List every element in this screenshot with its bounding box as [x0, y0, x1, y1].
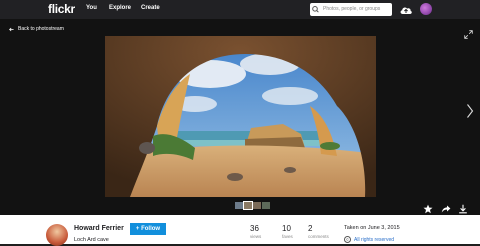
search-icon[interactable]	[310, 3, 320, 16]
download-icon[interactable]	[458, 201, 468, 214]
back-to-photostream-link[interactable]: Back to photostream	[9, 26, 64, 32]
flickr-logo[interactable]: flickr	[48, 2, 75, 16]
comments-label: comments	[308, 234, 329, 239]
cave-beach-photo	[105, 36, 376, 197]
photo-thumbnail-strip	[235, 201, 270, 210]
owner-name[interactable]: Howard Ferrier	[74, 225, 124, 232]
thumbnail[interactable]	[262, 202, 270, 209]
thumbnail[interactable]	[253, 202, 261, 209]
license-link[interactable]: © All rights reserved	[344, 236, 394, 243]
search-input[interactable]: Photos, people, or groups	[310, 3, 392, 16]
chevron-right-icon[interactable]	[466, 103, 474, 119]
photo-title: Loch Ard cave	[74, 237, 109, 243]
follow-button[interactable]: + Follow	[130, 223, 166, 235]
main-photo[interactable]	[105, 36, 376, 197]
account-avatar[interactable]	[420, 3, 432, 15]
search-placeholder: Photos, people, or groups	[323, 6, 381, 12]
faves-stat: 10 faves	[282, 224, 293, 239]
rights-label: All rights reserved	[354, 236, 395, 243]
faves-count: 10	[282, 224, 291, 233]
nav-link-you[interactable]: You	[86, 5, 97, 11]
nav-link-create[interactable]: Create	[141, 5, 160, 11]
thumbnail-active[interactable]	[243, 201, 253, 210]
photo-info-panel	[0, 215, 480, 244]
share-icon[interactable]	[441, 201, 451, 213]
owner-avatar[interactable]	[46, 224, 68, 246]
comments-stat: 2 comments	[308, 224, 329, 239]
copyright-icon: ©	[344, 236, 351, 243]
back-label: Back to photostream	[18, 26, 64, 32]
taken-date[interactable]: Taken on June 3, 2015	[344, 225, 400, 231]
cloud-upload-icon[interactable]	[399, 3, 413, 15]
faves-label: faves	[282, 234, 293, 239]
views-label: views	[250, 234, 262, 239]
views-stat: 36 views	[250, 224, 261, 239]
expand-icon[interactable]	[464, 26, 473, 39]
comments-count: 2	[308, 224, 313, 233]
arrow-left-icon	[9, 27, 14, 31]
star-icon[interactable]	[423, 201, 433, 214]
nav-link-explore[interactable]: Explore	[109, 5, 131, 11]
thumbnail[interactable]	[235, 202, 243, 209]
views-count: 36	[250, 224, 259, 233]
